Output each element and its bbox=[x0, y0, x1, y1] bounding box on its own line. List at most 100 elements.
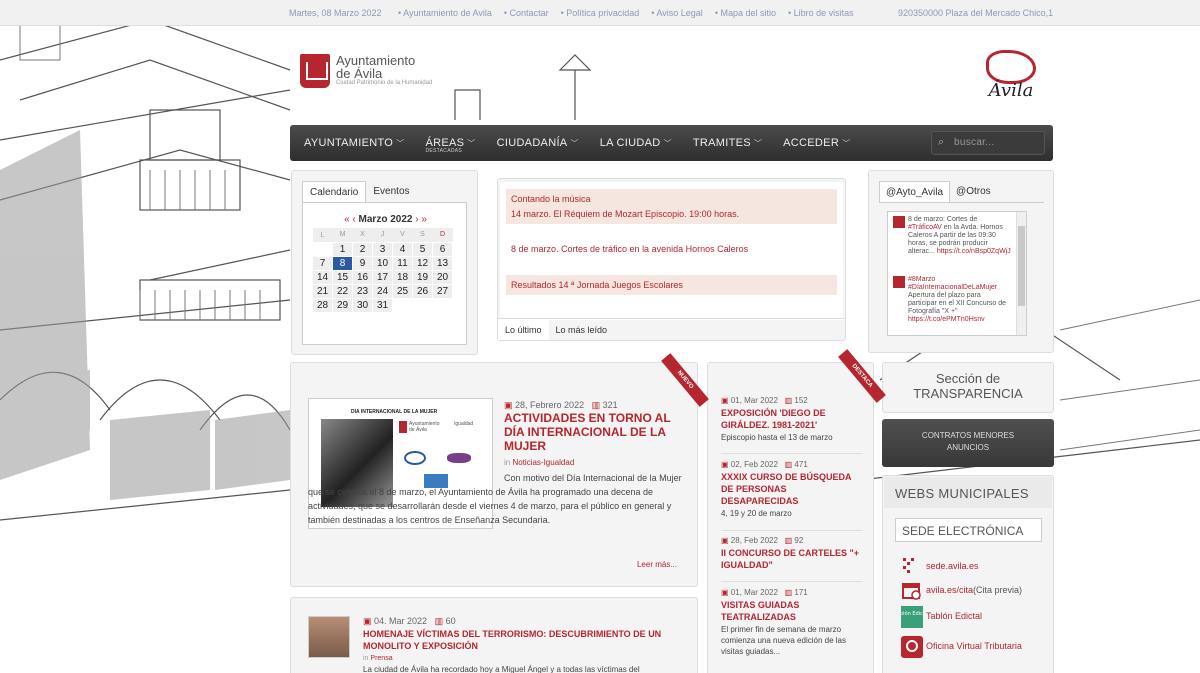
calendar-day[interactable]: 7 bbox=[312, 255, 333, 271]
item-title[interactable]: XXXIX CURSO DE BÚSQUEDA DE PERSONAS DESA… bbox=[721, 471, 863, 507]
tweet[interactable]: 8 de marzo: Cortes de #TráficoAV en la A… bbox=[893, 216, 1011, 256]
tweet[interactable]: #8Marzo #DíaInternacionalDeLaMujer Apert… bbox=[893, 276, 1011, 324]
destacado-item[interactable]: ▣ 28, Feb 2022 ▥ 92 II CONCURSO DE CARTE… bbox=[721, 536, 863, 571]
news-item[interactable]: Contando la música 14 marzo. El Réquiem … bbox=[506, 189, 837, 224]
top-bar: Martes, 08 Marzo 2022 Ayuntamiento de Av… bbox=[0, 0, 1200, 26]
scrollbar[interactable] bbox=[1016, 212, 1026, 335]
calendar-day[interactable]: 8 bbox=[332, 256, 353, 270]
views-icon: ▥ bbox=[434, 616, 444, 626]
link-label: sede.avila.es bbox=[926, 561, 979, 571]
calendar-day[interactable]: 16 bbox=[352, 269, 373, 285]
calendar-day[interactable]: 31 bbox=[372, 297, 393, 313]
tab-eventos[interactable]: Eventos bbox=[366, 181, 416, 202]
article-title[interactable]: ACTIVIDADES EN TORNO AL DÍA INTERNACIONA… bbox=[504, 411, 684, 453]
category-link[interactable]: Prensa bbox=[370, 655, 392, 662]
weekday-header: LMXJVSD bbox=[312, 228, 453, 242]
avila-brand-logo[interactable]: Ávila bbox=[986, 50, 1036, 101]
calendar-day[interactable]: 11 bbox=[392, 255, 413, 271]
avatar bbox=[893, 216, 905, 228]
top-link-contactar[interactable]: Contactar bbox=[504, 8, 549, 18]
item-title[interactable]: VISITAS GUIADAS TEATRALIZADAS bbox=[721, 599, 863, 623]
calendar-day[interactable]: 27 bbox=[432, 283, 453, 299]
calendar-day[interactable]: 2 bbox=[352, 241, 373, 257]
calendar-day[interactable]: 1 bbox=[332, 241, 353, 257]
calendar-day[interactable]: 10 bbox=[372, 255, 393, 271]
hashtag[interactable]: #TráficoAV bbox=[908, 224, 942, 231]
link-cita[interactable]: avila.es/cita (Cita previa) bbox=[901, 580, 1022, 600]
item-title[interactable]: II CONCURSO DE CARTELES "+ IGUALDAD" bbox=[721, 547, 863, 571]
tab-lo-ultimo[interactable]: Lo último bbox=[498, 319, 549, 340]
current-date: Martes, 08 Marzo 2022 bbox=[289, 8, 382, 18]
destacado-item[interactable]: ▣ 01, Mar 2022 ▥ 171 VISITAS GUIADAS TEA… bbox=[721, 588, 863, 657]
calendar-day[interactable]: 13 bbox=[432, 255, 453, 271]
article-title[interactable]: HOMENAJE VÍCTIMAS DEL TERRORISMO: DESCUB… bbox=[363, 628, 673, 652]
calendar-empty bbox=[413, 298, 433, 312]
destacado-item[interactable]: ▣ 01, Mar 2022 ▥ 152 EXPOSICIÓN 'DIEGO D… bbox=[721, 396, 863, 443]
calendar-day[interactable]: 12 bbox=[412, 255, 433, 271]
scrollbar-thumb[interactable] bbox=[1018, 226, 1025, 306]
link-oficina-virtual[interactable]: Oficina Virtual Tributaria bbox=[901, 636, 1022, 658]
calendar-day[interactable]: 29 bbox=[332, 297, 353, 313]
nav-areas[interactable]: ÁREAS ﹀ DESTACADAS bbox=[425, 137, 475, 154]
top-link-mapa[interactable]: Mapa del sitio bbox=[715, 8, 776, 18]
calendar-day[interactable]: 6 bbox=[432, 241, 453, 257]
calendar-day[interactable]: 26 bbox=[412, 283, 433, 299]
prev-month-button[interactable]: « ‹ bbox=[344, 214, 356, 225]
calendar-day[interactable]: 28 bbox=[312, 297, 333, 313]
tab-otros[interactable]: @Otros bbox=[950, 181, 997, 202]
site-logo[interactable]: Ayuntamiento de Ávila Ciudad Patrimonio … bbox=[300, 54, 432, 88]
contratos-menores-button[interactable]: CONTRATOS MENORES ANUNCIOS bbox=[882, 419, 1054, 467]
tab-calendario[interactable]: Calendario bbox=[302, 181, 367, 202]
item-meta: ▣ 01, Mar 2022 ▥ 152 bbox=[721, 396, 863, 405]
link-sede[interactable]: sede.avila.es bbox=[901, 556, 979, 576]
item-meta: ▣ 28, Feb 2022 ▥ 92 bbox=[721, 536, 863, 545]
link-tablon[interactable]: Tablón Edictal Tablón Edictal bbox=[894, 606, 982, 628]
news-item[interactable]: 8 de marzo. Cortes de tráfico en la aven… bbox=[506, 239, 837, 259]
article-thumbnail[interactable] bbox=[308, 616, 350, 658]
calendar-day[interactable]: 18 bbox=[392, 269, 413, 285]
item-title[interactable]: EXPOSICIÓN 'DIEGO DE GIRÁLDEZ. 1981-2021… bbox=[721, 407, 863, 431]
calendar-day[interactable]: 14 bbox=[312, 269, 333, 285]
next-month-button[interactable]: › » bbox=[415, 214, 427, 225]
calendar-day[interactable]: 21 bbox=[312, 283, 333, 299]
calendar-day[interactable]: 23 bbox=[352, 283, 373, 299]
main-nav: AYUNTAMIENTO ﹀ ÁREAS ﹀ DESTACADAS CIUDADANÍ… bbox=[290, 125, 1053, 161]
calendar-day[interactable]: 9 bbox=[352, 255, 373, 271]
tweet-feed[interactable]: 8 de marzo: Cortes de #TráficoAV en la A… bbox=[887, 211, 1027, 336]
top-link-ayuntamiento[interactable]: Ayuntamiento de Avila bbox=[398, 8, 492, 18]
category-link[interactable]: Noticias-Igualdad bbox=[512, 458, 574, 467]
top-link-aviso-legal[interactable]: Aviso Legal bbox=[651, 8, 702, 18]
calendar-day[interactable]: 5 bbox=[412, 241, 433, 257]
news-item[interactable]: Resultados 14 ª Jornada Juegos Escolares bbox=[506, 275, 837, 295]
tweet-link[interactable]: https://t.co/ePMTn0Hsnv bbox=[908, 316, 985, 323]
nav-tramites[interactable]: TRAMITES ﹀ bbox=[693, 137, 762, 149]
calendar-day[interactable]: 15 bbox=[332, 269, 353, 285]
top-link-libro-visitas[interactable]: Libro de visitas bbox=[788, 8, 854, 18]
tab-lo-mas-leido[interactable]: Lo más leído bbox=[549, 319, 615, 340]
sede-electronica-button[interactable]: SEDE ELECTRÓNICA bbox=[895, 518, 1042, 542]
calendar-day[interactable]: 4 bbox=[392, 241, 413, 257]
nav-ciudadania[interactable]: CIUDADANÍA ﹀ bbox=[497, 137, 579, 149]
top-link-privacidad[interactable]: Política privacidad bbox=[561, 8, 639, 18]
calendar-grid: L M X J V S D 1 2 3 4 5 6 7 8 9 10 11 12 13 14 15 16 17 18 19 20 21… bbox=[312, 228, 453, 313]
calendar-day[interactable]: 20 bbox=[432, 269, 453, 285]
weekday-label: X bbox=[352, 228, 373, 242]
read-more-link[interactable]: Leer más... bbox=[637, 560, 677, 569]
tweet-link[interactable]: https://t.co/nBsp0ZqWjJ bbox=[937, 248, 1011, 255]
calendar-day[interactable]: 3 bbox=[372, 241, 393, 257]
nav-ayuntamiento[interactable]: AYUNTAMIENTO ﹀ bbox=[304, 137, 404, 149]
transparencia-button[interactable]: Sección de TRANSPARENCIA bbox=[882, 362, 1054, 413]
calendar-day[interactable]: 22 bbox=[332, 283, 353, 299]
nav-la-ciudad[interactable]: LA CIUDAD ﹀ bbox=[600, 137, 672, 149]
tab-ayto-avila[interactable]: @Ayto_Avila bbox=[879, 181, 951, 202]
hashtag[interactable]: #8Marzo #DíaInternacionalDeLaMujer bbox=[908, 276, 997, 291]
calendar-day[interactable]: 17 bbox=[372, 269, 393, 285]
calendar-day[interactable]: 25 bbox=[392, 283, 413, 299]
calendar-day[interactable]: 24 bbox=[372, 283, 393, 299]
destacado-item[interactable]: ▣ 02, Feb 2022 ▥ 471 XXXIX CURSO DE BÚSQ… bbox=[721, 460, 863, 519]
search-input[interactable]: ⌕ buscar... bbox=[931, 131, 1045, 155]
calendar-day[interactable]: 30 bbox=[352, 297, 373, 313]
nav-acceder[interactable]: ACCEDER ﹀ bbox=[783, 137, 850, 149]
cloud-icon bbox=[986, 50, 1036, 84]
calendar-day[interactable]: 19 bbox=[412, 269, 433, 285]
